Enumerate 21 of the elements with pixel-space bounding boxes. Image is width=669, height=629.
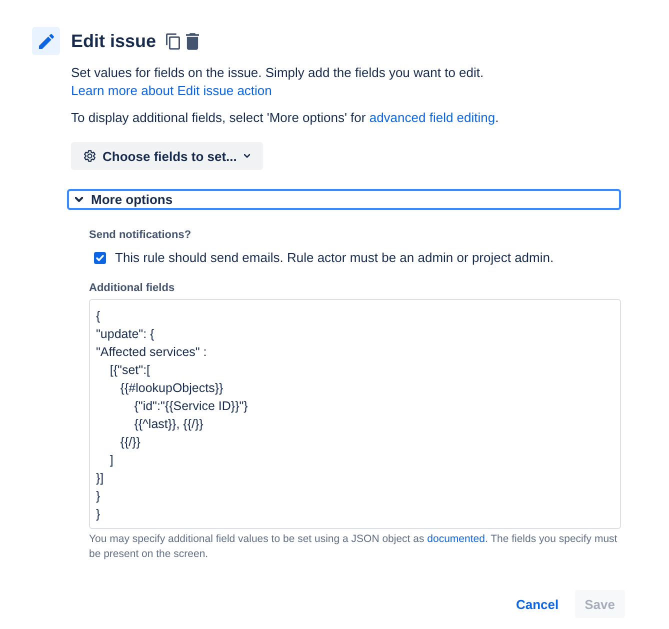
learn-more-link[interactable]: Learn more about Edit issue action [71, 83, 272, 98]
additional-fields-label: Additional fields [89, 281, 176, 295]
gear-icon [84, 147, 96, 165]
description-text: Set values for fields on the issue. Simply add the fields you want to edit. Learn more about Edit issue action [71, 64, 485, 100]
additional-fields-input[interactable]: { "update": { "Affected services" : [{"set":[ {{#lookupObjects}} {"id":"{{Service ID}}"} {{^last}}, {{/}} {{/}} ] }] } } [89, 299, 621, 529]
pencil-icon [32, 27, 60, 55]
copy-icon[interactable] [166, 32, 180, 50]
chevron-down-icon [75, 197, 83, 202]
checkbox[interactable] [94, 252, 106, 264]
cancel-link[interactable]: Cancel [512, 590, 563, 618]
choose-fields-button[interactable]: Choose fields to set... [71, 142, 263, 170]
documented-link[interactable]: documented [427, 533, 485, 545]
window-title: Edit issue [71, 30, 156, 53]
help-text: You may specify additional field values to be set using a JSON object as documented. The fields you specify must be present on the screen. [89, 532, 618, 562]
trash-icon[interactable] [186, 32, 200, 50]
checkbox-label[interactable]: This rule should send emails. Rule actor must be an admin or project admin. [115, 249, 554, 267]
advanced-field-editing-link[interactable]: advanced field editing [369, 110, 496, 125]
hint-text: To display additional fields, select 'More options' for advanced field editing. [71, 109, 500, 127]
send-notifications-label: Send notifications? [89, 228, 192, 242]
more-options-toggle[interactable]: More options [67, 189, 621, 210]
chevron-down-icon [244, 153, 250, 159]
